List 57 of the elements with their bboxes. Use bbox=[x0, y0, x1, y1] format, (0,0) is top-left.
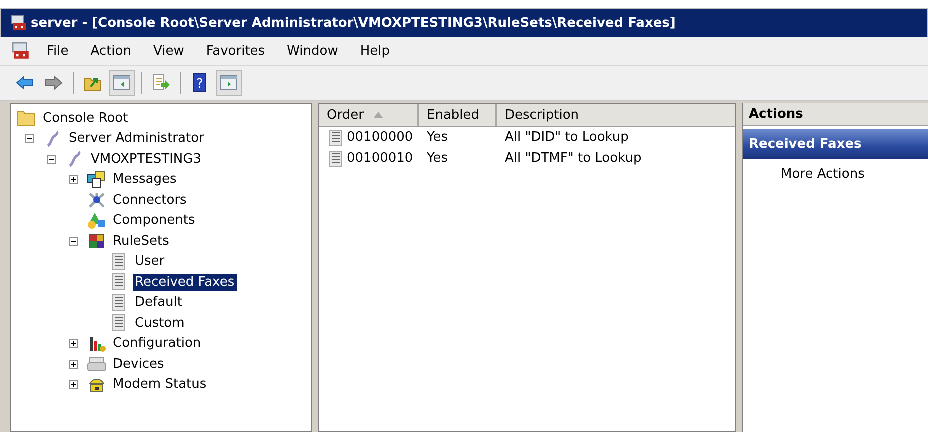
list-icon bbox=[329, 150, 343, 166]
column-header[interactable]: Enabled bbox=[419, 104, 497, 126]
folder-icon bbox=[17, 109, 37, 128]
description-cell-text: All "DID" to Lookup bbox=[504, 130, 630, 145]
tree-item[interactable]: Components bbox=[111, 212, 198, 230]
tree-item[interactable]: User bbox=[133, 253, 167, 270]
document-arrow-icon bbox=[151, 73, 171, 93]
section-header[interactable]: Received Faxes bbox=[743, 129, 928, 159]
tree-item[interactable]: Configuration bbox=[111, 335, 204, 352]
expand-toggle[interactable] bbox=[46, 154, 56, 164]
sort-arrow-icon bbox=[374, 112, 383, 118]
description-cell-text: All "DTMF" to Lookup bbox=[504, 151, 643, 166]
tree-item[interactable]: Received Faxes bbox=[133, 274, 237, 291]
tree-item[interactable]: Server Administrator bbox=[67, 130, 206, 148]
menu-item[interactable]: Favorites bbox=[195, 44, 276, 58]
expand-toggle[interactable] bbox=[68, 339, 78, 348]
menu-item[interactable]: Window bbox=[276, 44, 350, 58]
expand-toggle[interactable] bbox=[68, 360, 78, 369]
tree-item[interactable]: Default bbox=[133, 294, 184, 312]
expand-toggle[interactable] bbox=[68, 175, 78, 184]
window-panel-icon bbox=[219, 73, 239, 93]
tree-item[interactable]: Custom bbox=[133, 314, 187, 332]
list-icon bbox=[329, 130, 343, 146]
expand-toggle[interactable] bbox=[24, 134, 34, 144]
window-title: server - [Console Root\Server Administrator\VMOXPTESTING3\RuleSets\Received Faxes] bbox=[31, 16, 676, 30]
order-cell: 00100010 bbox=[347, 151, 414, 166]
enabled-cell-text: Yes bbox=[426, 130, 449, 145]
printer-icon bbox=[87, 355, 107, 374]
shapes-icon bbox=[87, 212, 107, 230]
column-header[interactable]: Order bbox=[319, 104, 419, 126]
window-panel-icon bbox=[112, 73, 132, 93]
actions-heading: Actions bbox=[743, 103, 928, 126]
expand-toggle[interactable] bbox=[68, 380, 78, 390]
tree-item[interactable]: RuleSets bbox=[111, 232, 172, 250]
right-arrow-icon bbox=[44, 73, 64, 93]
toolbox-icon bbox=[11, 15, 27, 31]
expand-toggle[interactable] bbox=[68, 236, 78, 246]
tree-item[interactable]: Messages bbox=[111, 171, 179, 188]
tree-item[interactable]: Devices bbox=[111, 356, 166, 373]
left-arrow-icon bbox=[15, 73, 35, 93]
show-tree-button[interactable] bbox=[109, 70, 135, 96]
tree-item[interactable]: Console Root bbox=[41, 110, 130, 127]
column-header[interactable]: Description bbox=[497, 104, 735, 126]
connector-icon bbox=[87, 191, 107, 210]
tree-item[interactable]: Connectors bbox=[111, 192, 189, 209]
menu-item[interactable]: Action bbox=[80, 44, 142, 58]
order-cell: 00100000 bbox=[347, 130, 414, 145]
action-link[interactable]: More Actions bbox=[743, 159, 928, 182]
menu-item[interactable]: Help bbox=[349, 44, 401, 58]
documents-icon bbox=[87, 170, 107, 189]
tree-item[interactable]: Modem Status bbox=[111, 376, 209, 394]
menu-item[interactable]: File bbox=[36, 44, 80, 58]
show-actions-button[interactable] bbox=[216, 70, 242, 96]
enabled-cell-text: Yes bbox=[426, 151, 449, 166]
tree-item[interactable]: VMOXPTESTING3 bbox=[89, 150, 204, 168]
toolbox-icon[interactable] bbox=[12, 42, 30, 60]
menu-item[interactable]: View bbox=[142, 44, 196, 58]
